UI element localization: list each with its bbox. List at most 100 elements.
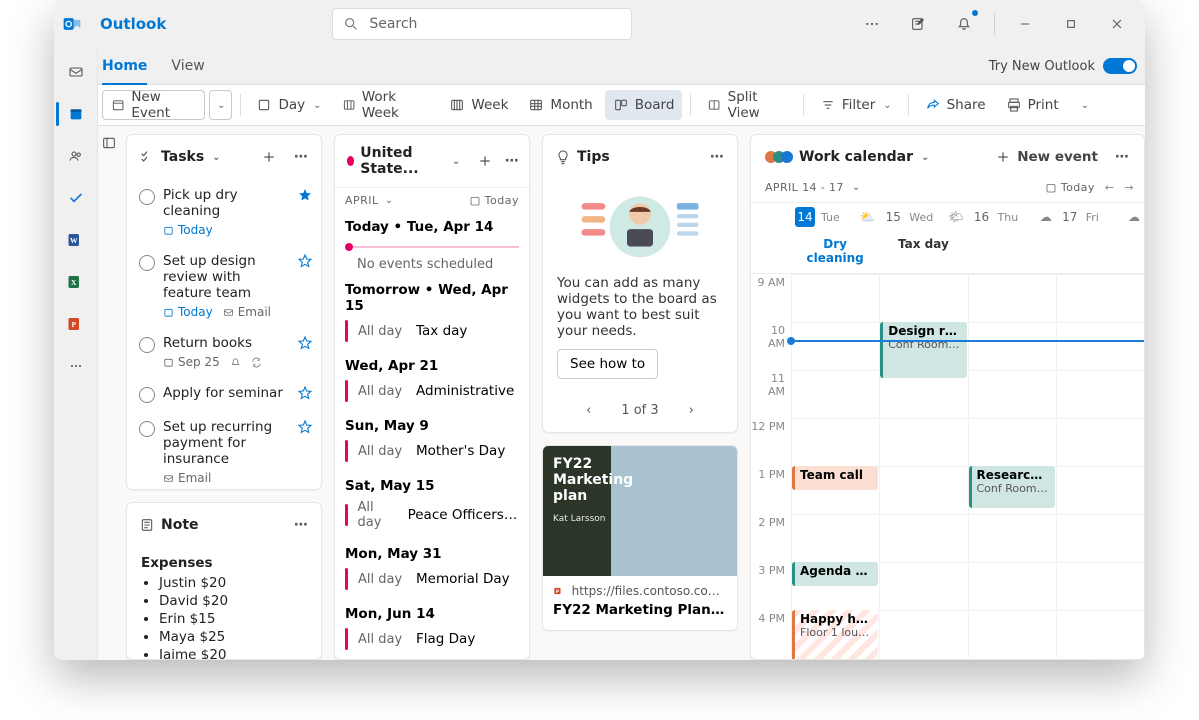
calendar-cell[interactable]	[791, 274, 879, 322]
calendar-cell[interactable]	[1056, 514, 1144, 562]
task-item[interactable]: Set up design review with feature teamTo…	[127, 245, 321, 327]
task-item[interactable]: Return booksSep 25	[127, 327, 321, 377]
file-card[interactable]: FY22 Marketing plan Kat Larsson P https:…	[542, 445, 738, 631]
share-button[interactable]: Share	[917, 90, 994, 120]
calendar-event[interactable]: Agenda view	[792, 562, 878, 586]
holiday-event[interactable]: All dayFlag Day	[345, 622, 519, 656]
rail-excel[interactable]: X	[56, 264, 96, 300]
calendar-cell[interactable]	[791, 322, 879, 370]
holiday-event[interactable]: All dayPeace Officers Me...	[345, 494, 519, 536]
calendar-cell[interactable]	[968, 322, 1056, 370]
calendar-cell[interactable]	[879, 514, 967, 562]
month-picker[interactable]: APRIL ⌄	[345, 194, 394, 207]
star-outline-icon[interactable]	[297, 253, 313, 269]
task-item[interactable]: Pick up dry cleaningToday	[127, 179, 321, 245]
print-button[interactable]: Print	[998, 90, 1067, 120]
calendar-cell[interactable]	[879, 418, 967, 466]
calendar-event[interactable]: Design reviewConf Room 32/ Miguel Garcia	[880, 322, 966, 378]
star-outline-icon[interactable]	[297, 335, 313, 351]
task-complete-circle[interactable]	[139, 337, 155, 353]
go-today-button[interactable]: Today	[1045, 181, 1095, 194]
rail-calendar[interactable]	[56, 96, 96, 132]
calendar-cell[interactable]	[791, 370, 879, 418]
rail-todo[interactable]	[56, 180, 96, 216]
calendar-cell[interactable]	[968, 610, 1056, 658]
add-event-button[interactable]	[476, 149, 494, 173]
calendar-cell[interactable]	[879, 466, 967, 514]
star-outline-icon[interactable]	[297, 385, 313, 401]
note-icon[interactable]	[898, 4, 938, 44]
calendar-day-header[interactable]: 16Thu☁	[968, 203, 1056, 233]
calendar-cell[interactable]	[879, 274, 967, 322]
calendar-cell[interactable]	[791, 418, 879, 466]
split-view-button[interactable]: Split View	[699, 90, 795, 120]
next-range[interactable]: →	[1124, 181, 1134, 194]
close-button[interactable]	[1097, 4, 1137, 44]
tips-prev[interactable]: ‹	[586, 403, 591, 418]
try-new-outlook-toggle[interactable]	[1103, 58, 1137, 74]
allday-event[interactable]: Tax day	[879, 233, 967, 273]
calendar-cell[interactable]	[968, 274, 1056, 322]
calendar-event[interactable]: Happy hourFloor 1 lounge Cecil Folk	[792, 610, 878, 659]
calendar-cell[interactable]	[791, 514, 879, 562]
calendar-cell[interactable]	[1056, 610, 1144, 658]
new-event-dropdown[interactable]: ⌄	[209, 90, 231, 120]
rail-powerpoint[interactable]: P	[56, 306, 96, 342]
task-complete-circle[interactable]	[139, 421, 155, 437]
new-event-button[interactable]: New Event	[102, 90, 205, 120]
holiday-event[interactable]: All dayAdministrative	[345, 374, 519, 408]
star-icon[interactable]	[297, 187, 313, 203]
calendar-cell[interactable]	[1056, 322, 1144, 370]
filter-button[interactable]: Filter⌄	[812, 90, 900, 120]
allday-event[interactable]: Dry cleaning	[791, 233, 879, 273]
tips-more-icon[interactable]: ⋯	[705, 145, 729, 169]
rail-people[interactable]	[56, 138, 96, 174]
calendar-day-header[interactable]: 14Tue⛅	[791, 203, 879, 233]
calendar-cell[interactable]	[1056, 562, 1144, 610]
calendar-event[interactable]: Team call	[792, 466, 878, 490]
view-week[interactable]: Week	[441, 90, 516, 120]
view-day[interactable]: Day⌄	[248, 90, 329, 120]
holidays-more-icon[interactable]: ⋯	[503, 149, 521, 173]
rail-more[interactable]	[56, 348, 96, 384]
chevron-down-icon[interactable]: ⌄	[212, 152, 220, 163]
calendar-cell[interactable]	[879, 610, 967, 658]
calendar-cell[interactable]	[968, 562, 1056, 610]
tips-see-how-button[interactable]: See how to	[557, 349, 658, 379]
holiday-event[interactable]: All dayMemorial Day	[345, 562, 519, 596]
calendar-cell[interactable]	[879, 562, 967, 610]
search-input[interactable]: Search	[332, 8, 632, 40]
bell-icon[interactable]	[944, 4, 984, 44]
tab-view[interactable]: View	[171, 48, 204, 84]
more-icon[interactable]	[852, 4, 892, 44]
rail-word[interactable]: W	[56, 222, 96, 258]
tab-home[interactable]: Home	[102, 48, 147, 84]
task-item[interactable]: Apply for seminar	[127, 377, 321, 411]
calendar-cell[interactable]	[1056, 418, 1144, 466]
add-task-button[interactable]	[257, 145, 281, 169]
task-complete-circle[interactable]	[139, 255, 155, 271]
note-body[interactable]: Expenses Justin $20David $20Erin $15Maya…	[127, 547, 321, 660]
chevron-down-icon[interactable]: ⌄	[921, 152, 929, 163]
task-complete-circle[interactable]	[139, 387, 155, 403]
task-item[interactable]: Set up recurring payment for insuranceEm…	[127, 411, 321, 490]
task-complete-circle[interactable]	[139, 189, 155, 205]
rail-mail[interactable]	[56, 54, 96, 90]
calendar-cell[interactable]	[1056, 466, 1144, 514]
chevron-down-icon[interactable]: ⌄	[452, 156, 460, 167]
calendar-day-header[interactable]: 15Wed🌤	[879, 203, 967, 233]
note-more-icon[interactable]: ⋯	[289, 513, 313, 537]
minimize-button[interactable]	[1005, 4, 1045, 44]
maximize-button[interactable]	[1051, 4, 1091, 44]
calendar-cell[interactable]	[968, 418, 1056, 466]
today-button[interactable]: Today	[469, 194, 519, 207]
calendar-cell[interactable]	[968, 514, 1056, 562]
prev-range[interactable]: ←	[1105, 181, 1115, 194]
calendar-event[interactable]: Research plaConf Room 32/ Wanda Howard	[969, 466, 1055, 508]
toolbar-overflow[interactable]: ⌄	[1071, 90, 1097, 120]
new-event-button[interactable]: New event	[991, 149, 1102, 165]
holiday-event[interactable]: All dayMother's Day	[345, 434, 519, 468]
calendar-cell[interactable]	[1056, 274, 1144, 322]
tips-next[interactable]: ›	[689, 403, 694, 418]
view-month[interactable]: Month	[520, 90, 600, 120]
